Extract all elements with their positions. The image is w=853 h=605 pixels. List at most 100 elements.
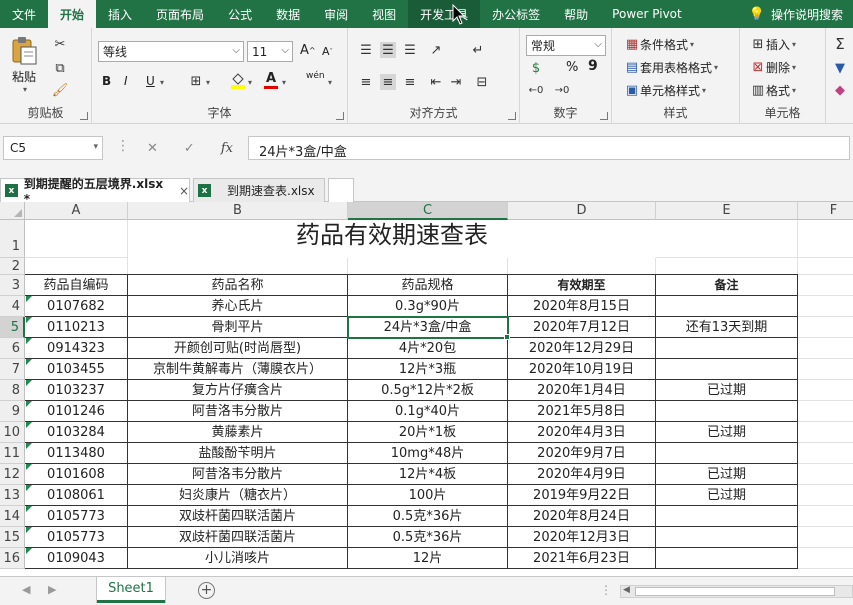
- paste-button[interactable]: 粘贴 ▾: [10, 36, 38, 94]
- font-size-select[interactable]: 11 ⌵: [247, 41, 293, 62]
- error-indicator-icon[interactable]: [26, 380, 32, 386]
- format-painter-icon[interactable]: 🖌: [52, 82, 69, 98]
- table-cell[interactable]: 养心氏片: [128, 296, 348, 317]
- chevron-down-icon[interactable]: ▾: [282, 78, 286, 87]
- error-indicator-icon[interactable]: [26, 527, 32, 533]
- table-cell[interactable]: 12片: [348, 548, 508, 569]
- worksheet-grid[interactable]: A B C D E F 1 2 3 4 5 6 7 8 9 10 11 12 13 14 15 16 药品有效期速查表 药品自…: [0, 202, 853, 576]
- table-cell[interactable]: 12片*4板: [348, 464, 508, 485]
- table-cell[interactable]: 0101608: [25, 464, 128, 485]
- row-header[interactable]: 14: [0, 506, 25, 527]
- tab-split-icon[interactable]: ⋮: [600, 583, 612, 597]
- table-header-cell[interactable]: 药品自编码: [25, 275, 128, 296]
- row-header[interactable]: 7: [0, 359, 25, 380]
- table-cell[interactable]: 0103455: [25, 359, 128, 380]
- table-cell[interactable]: 0.5克*36片: [348, 527, 508, 548]
- table-cell[interactable]: 0.1g*40片: [348, 401, 508, 422]
- enter-icon[interactable]: ✓: [184, 141, 195, 156]
- error-indicator-icon[interactable]: [26, 401, 32, 407]
- dialog-launcher-icon[interactable]: [600, 112, 608, 120]
- table-cell[interactable]: 双歧杆菌四联活菌片: [128, 506, 348, 527]
- error-indicator-icon[interactable]: [26, 464, 32, 470]
- table-cell[interactable]: 已过期: [656, 485, 798, 506]
- name-box[interactable]: C5 ▾: [3, 136, 103, 160]
- error-indicator-icon[interactable]: [26, 359, 32, 365]
- grid-cell[interactable]: [798, 401, 853, 422]
- row-header[interactable]: 11: [0, 443, 25, 464]
- bold-button[interactable]: B: [102, 74, 111, 88]
- ribbon-tab[interactable]: 开始: [48, 0, 97, 28]
- table-header-cell[interactable]: 备注: [656, 275, 798, 296]
- row-header[interactable]: 9: [0, 401, 25, 422]
- italic-button[interactable]: I: [124, 74, 128, 88]
- currency-icon[interactable]: $: [528, 60, 544, 76]
- dialog-launcher-icon[interactable]: [508, 112, 516, 120]
- select-all-button[interactable]: [0, 202, 25, 220]
- error-indicator-icon[interactable]: [26, 338, 32, 344]
- row-header[interactable]: 12: [0, 464, 25, 485]
- table-cell[interactable]: 0107682: [25, 296, 128, 317]
- grid-cell[interactable]: [798, 485, 853, 506]
- table-cell[interactable]: 已过期: [656, 422, 798, 443]
- grid-cell[interactable]: [798, 338, 853, 359]
- decrease-indent-icon[interactable]: ⇤: [428, 74, 444, 90]
- error-indicator-icon[interactable]: [26, 443, 32, 449]
- row-header[interactable]: 5: [0, 317, 25, 338]
- cut-icon[interactable]: ✂: [52, 36, 68, 52]
- ribbon-tab[interactable]: 视图: [360, 0, 408, 28]
- table-cell[interactable]: 2020年8月15日: [508, 296, 656, 317]
- ribbon-tab[interactable]: 开发工具: [408, 0, 481, 28]
- increase-decimal-icon[interactable]: ←0: [528, 82, 544, 98]
- align-left-icon[interactable]: ≡: [358, 74, 374, 90]
- table-cell[interactable]: 100片: [348, 485, 508, 506]
- table-cell[interactable]: 0.5g*12片*2板: [348, 380, 508, 401]
- table-cell[interactable]: 2020年4月3日: [508, 422, 656, 443]
- chevron-down-icon[interactable]: ▾: [160, 78, 164, 87]
- shrink-font-button[interactable]: Aˇ: [322, 45, 333, 58]
- table-cell[interactable]: 10mg*48片: [348, 443, 508, 464]
- table-cell[interactable]: 0914323: [25, 338, 128, 359]
- table-cell[interactable]: 2020年9月7日: [508, 443, 656, 464]
- table-cell[interactable]: 12片*3瓶: [348, 359, 508, 380]
- table-cell[interactable]: 0113480: [25, 443, 128, 464]
- row-header[interactable]: 1: [0, 220, 25, 258]
- table-cell[interactable]: 2020年10月19日: [508, 359, 656, 380]
- ribbon-tab[interactable]: 公式: [216, 0, 264, 28]
- row-header[interactable]: 2: [0, 258, 25, 275]
- row-header[interactable]: 6: [0, 338, 25, 359]
- format-cells-button[interactable]: ▥ 格式 ▾: [750, 82, 796, 99]
- grid-cell[interactable]: [798, 548, 853, 569]
- table-header-cell[interactable]: 药品规格: [348, 275, 508, 296]
- conditional-format-button[interactable]: ▦ 条件格式 ▾: [624, 36, 694, 53]
- table-cell[interactable]: 0.5克*36片: [348, 506, 508, 527]
- error-indicator-icon[interactable]: [26, 296, 32, 302]
- table-cell[interactable]: 4片*20包: [348, 338, 508, 359]
- align-middle-icon[interactable]: ☰: [380, 42, 396, 58]
- sheet-next-icon[interactable]: ▶: [48, 583, 56, 596]
- table-cell[interactable]: 妇炎康片（糖衣片）: [128, 485, 348, 506]
- splitter-icon[interactable]: ⋮: [116, 138, 130, 154]
- formula-input[interactable]: 24片*3盒/中盒: [248, 136, 850, 160]
- new-workbook-tab[interactable]: [328, 178, 354, 202]
- ribbon-tab[interactable]: 页面布局: [144, 0, 216, 28]
- table-cell[interactable]: 阿昔洛韦分散片: [128, 401, 348, 422]
- table-cell[interactable]: [656, 548, 798, 569]
- fill-handle[interactable]: [504, 334, 510, 340]
- grid-cell[interactable]: [798, 359, 853, 380]
- grid-cell[interactable]: [798, 258, 853, 275]
- row-header[interactable]: 15: [0, 527, 25, 548]
- grid-cell[interactable]: [798, 527, 853, 548]
- grid-cell[interactable]: [656, 220, 798, 258]
- table-cell[interactable]: 还有13天到期: [656, 317, 798, 338]
- table-cell[interactable]: 2020年7月12日: [508, 317, 656, 338]
- table-cell[interactable]: [656, 527, 798, 548]
- table-cell[interactable]: 盐酸酚苄明片: [128, 443, 348, 464]
- table-cell[interactable]: [656, 401, 798, 422]
- table-cell[interactable]: 阿昔洛韦分散片: [128, 464, 348, 485]
- scrollbar-thumb[interactable]: [635, 587, 835, 596]
- table-cell[interactable]: 复方片仔癀含片: [128, 380, 348, 401]
- table-cell[interactable]: 20片*1板: [348, 422, 508, 443]
- table-cell[interactable]: 京制牛黄解毒片（薄膜衣片）: [128, 359, 348, 380]
- ribbon-tab[interactable]: 帮助: [552, 0, 600, 28]
- table-cell[interactable]: 双歧杆菌四联活菌片: [128, 527, 348, 548]
